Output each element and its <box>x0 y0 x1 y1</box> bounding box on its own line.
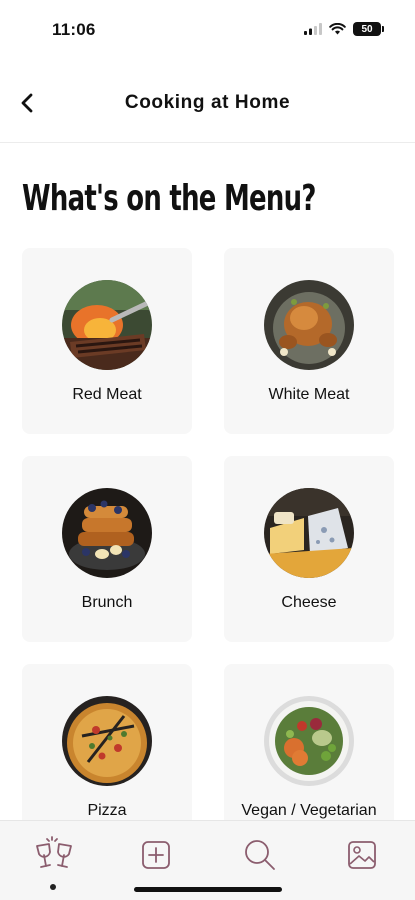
signal-icon <box>304 23 322 35</box>
home-indicator <box>134 887 282 892</box>
battery-icon: 50 <box>353 22 384 36</box>
status-bar: 11:06 50 <box>0 0 415 62</box>
category-label: Red Meat <box>72 386 142 403</box>
wine-glasses-icon <box>36 836 72 868</box>
nav-header: Cooking at Home <box>0 78 415 130</box>
pizza-photo <box>62 696 152 786</box>
category-grid: Red Meat White Meat Brunch Cheese Pizza … <box>22 248 394 850</box>
category-card-white-meat[interactable]: White Meat <box>224 248 394 434</box>
battery-level: 50 <box>361 23 373 35</box>
category-label: Cheese <box>281 594 337 611</box>
search-icon <box>245 840 275 870</box>
nav-title: Cooking at Home <box>124 92 291 113</box>
status-icons: 50 <box>304 22 384 36</box>
tab-gallery[interactable] <box>338 833 386 877</box>
cheese-board-photo <box>264 488 354 578</box>
category-card-red-meat[interactable]: Red Meat <box>22 248 192 434</box>
tab-search[interactable] <box>236 833 284 877</box>
tab-home[interactable] <box>30 833 78 877</box>
active-tab-indicator <box>50 884 56 890</box>
header-divider <box>0 142 415 143</box>
status-time: 11:06 <box>52 20 96 39</box>
image-icon <box>348 841 376 869</box>
roast-chicken-photo <box>264 280 354 370</box>
category-label: Vegan / Vegetarian <box>241 802 377 819</box>
salad-bowl-photo <box>264 696 354 786</box>
tab-add[interactable] <box>132 833 180 877</box>
category-card-brunch[interactable]: Brunch <box>22 456 192 642</box>
french-toast-photo <box>62 488 152 578</box>
category-label: Pizza <box>87 802 127 819</box>
add-square-icon <box>142 841 170 869</box>
tab-bar <box>0 820 415 900</box>
page-title: What's on the Menu? <box>22 178 316 219</box>
wifi-icon <box>329 23 346 35</box>
category-card-cheese[interactable]: Cheese <box>224 456 394 642</box>
category-label: White Meat <box>268 386 350 403</box>
grilled-steak-photo <box>62 280 152 370</box>
category-label: Brunch <box>81 594 133 611</box>
